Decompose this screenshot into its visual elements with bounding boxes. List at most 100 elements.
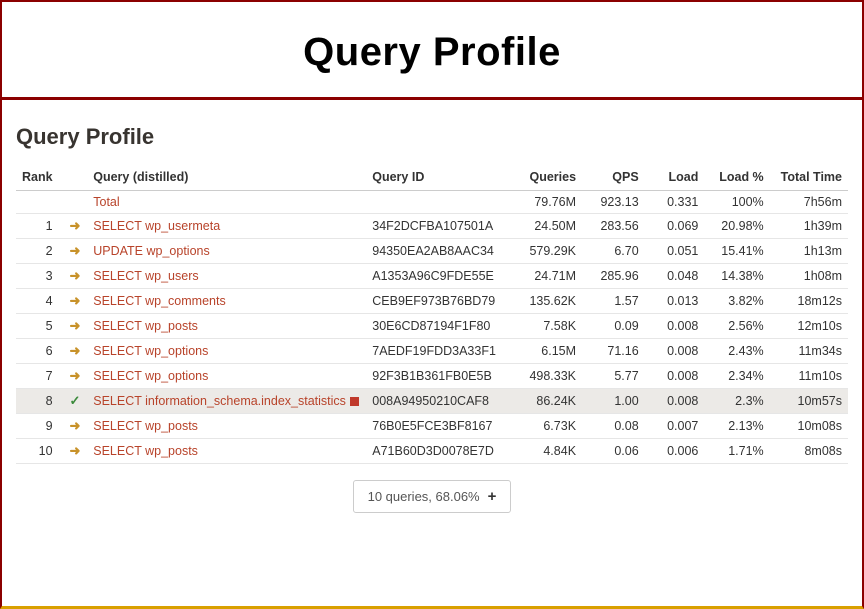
cell-rank: 3: [16, 264, 63, 289]
cell-query: SELECT wp_comments: [87, 289, 366, 314]
cell-qps: 5.77: [582, 364, 645, 389]
cell-queries: 24.50M: [516, 214, 582, 239]
col-load[interactable]: Load: [645, 164, 705, 191]
table-row[interactable]: 10➜SELECT wp_postsA71B60D3D0078E7D4.84K0…: [16, 439, 848, 464]
cell-rank: 6: [16, 339, 63, 364]
col-qps[interactable]: QPS: [582, 164, 645, 191]
cell-query: SELECT wp_posts: [87, 439, 366, 464]
table-row[interactable]: 7➜SELECT wp_options92F3B1B361FB0E5B498.3…: [16, 364, 848, 389]
cell-load: 0.048: [645, 264, 705, 289]
cell-queries: 7.58K: [516, 314, 582, 339]
cell-query-id: 92F3B1B361FB0E5B: [366, 364, 516, 389]
query-link[interactable]: SELECT wp_comments: [93, 294, 225, 308]
expand-arrow-icon[interactable]: ➜: [69, 418, 80, 434]
col-query[interactable]: Query (distilled): [87, 164, 366, 191]
expand-arrow-icon[interactable]: ➜: [69, 218, 80, 234]
expand-arrow-icon[interactable]: ➜: [69, 268, 80, 284]
cell-qps: 71.16: [582, 339, 645, 364]
cell-load: 0.006: [645, 439, 705, 464]
expand-arrow-icon[interactable]: ➜: [69, 293, 80, 309]
table-row[interactable]: 1➜SELECT wp_usermeta34F2DCFBA107501A24.5…: [16, 214, 848, 239]
cell-queries: 24.71M: [516, 264, 582, 289]
cell-query: UPDATE wp_options: [87, 239, 366, 264]
cell-rank: 9: [16, 414, 63, 439]
table-row[interactable]: 6 ➜ SELECT wp_options 7AEDF19FDD3A33F16.15M…: [16, 339, 848, 364]
query-link[interactable]: SELECT wp_posts: [93, 419, 198, 433]
col-queries[interactable]: Queries: [516, 164, 582, 191]
cell-load: 0.007: [645, 414, 705, 439]
summary-box: 10 queries, 68.06% +: [353, 480, 512, 513]
col-total-time[interactable]: Total Time: [770, 164, 848, 191]
cell-total-time: 10m57s: [770, 389, 848, 414]
cell-query-id: 7AEDF19FDD3A33F1: [366, 339, 516, 364]
query-link[interactable]: SELECT wp_usermeta: [93, 219, 220, 233]
cell-query: SELECT wp_options: [87, 339, 366, 364]
cell-icon: ➜: [63, 264, 88, 289]
col-query-id[interactable]: Query ID: [366, 164, 516, 191]
cell-qps: 1.57: [582, 289, 645, 314]
expand-arrow-icon[interactable]: ➜: [69, 243, 80, 259]
cell-icon: ➜: [63, 364, 88, 389]
table-row[interactable]: 2➜UPDATE wp_options94350EA2AB8AAC34579.2…: [16, 239, 848, 264]
cell-rank: 1: [16, 214, 63, 239]
warning-marker-icon: [350, 397, 359, 406]
col-load-pct[interactable]: Load %: [704, 164, 769, 191]
cell-load-pct: 20.98%: [704, 214, 769, 239]
cell-query: SELECT information_schema.index_statisti…: [87, 389, 366, 414]
table-row[interactable]: 4➜SELECT wp_commentsCEB9EF973B76BD79135.…: [16, 289, 848, 314]
total-queries: 79.76M: [516, 191, 582, 214]
cell-load: 0.008: [645, 389, 705, 414]
cell-total-time: 10m08s: [770, 414, 848, 439]
query-link[interactable]: SELECT wp_users: [93, 269, 198, 283]
cell-rank: 10: [16, 439, 63, 464]
cell-load-pct: 14.38%: [704, 264, 769, 289]
cell-query-id: 008A94950210CAF8: [366, 389, 516, 414]
cell-total-time: 12m10s: [770, 314, 848, 339]
query-link[interactable]: SELECT wp_posts: [93, 319, 198, 333]
table-row[interactable]: 8✓SELECT information_schema.index_statis…: [16, 389, 848, 414]
col-rank[interactable]: Rank: [16, 164, 63, 191]
expand-arrow-icon[interactable]: ➜: [69, 368, 80, 384]
cell-load-pct: 2.43%: [704, 339, 769, 364]
total-load-pct: 100%: [704, 191, 769, 214]
cell-load: 0.008: [645, 339, 705, 364]
cell-queries: 4.84K: [516, 439, 582, 464]
cell-queries: 6.73K: [516, 414, 582, 439]
cell-queries: 6.15M: [516, 339, 582, 364]
cell-qps: 283.56: [582, 214, 645, 239]
cell-total-time: 11m34s: [770, 339, 848, 364]
expand-arrow-icon[interactable]: ➜: [69, 318, 80, 334]
plus-icon[interactable]: +: [488, 488, 497, 505]
cell-total-time: 11m10s: [770, 364, 848, 389]
total-link[interactable]: Total: [93, 195, 119, 209]
total-load: 0.331: [645, 191, 705, 214]
cell-qps: 1.00: [582, 389, 645, 414]
table-row[interactable]: 9➜SELECT wp_posts76B0E5FCE3BF81676.73K0.…: [16, 414, 848, 439]
cell-qps: 285.96: [582, 264, 645, 289]
cell-query: SELECT wp_posts: [87, 314, 366, 339]
expand-arrow-icon[interactable]: ➜: [69, 443, 80, 459]
cell-queries: 135.62K: [516, 289, 582, 314]
cell-query-id: 30E6CD87194F1F80: [366, 314, 516, 339]
query-link[interactable]: SELECT wp_options: [93, 369, 208, 383]
query-link[interactable]: SELECT wp_posts: [93, 444, 198, 458]
total-qps: 923.13: [582, 191, 645, 214]
cell-total-time: 1h13m: [770, 239, 848, 264]
table-row[interactable]: 5➜SELECT wp_posts30E6CD87194F1F807.58K0.…: [16, 314, 848, 339]
cell-query-id: 94350EA2AB8AAC34: [366, 239, 516, 264]
query-link[interactable]: SELECT wp_options: [93, 344, 208, 358]
expand-arrow-icon[interactable]: ➜: [69, 343, 80, 359]
cell-query: SELECT wp_usermeta: [87, 214, 366, 239]
check-icon: ✓: [69, 393, 80, 409]
query-link[interactable]: SELECT information_schema.index_statisti…: [93, 394, 346, 408]
cell-load-pct: 3.82%: [704, 289, 769, 314]
cell-total-time: 1h08m: [770, 264, 848, 289]
cell-rank: 4: [16, 289, 63, 314]
query-link[interactable]: UPDATE wp_options: [93, 244, 210, 258]
total-time: 7h56m: [770, 191, 848, 214]
cell-rank: 7: [16, 364, 63, 389]
col-icon: [63, 164, 88, 191]
page-title: Query Profile: [2, 30, 862, 75]
cell-total-time: 8m08s: [770, 439, 848, 464]
table-row[interactable]: 3➜SELECT wp_usersA1353A96C9FDE55E24.71M2…: [16, 264, 848, 289]
